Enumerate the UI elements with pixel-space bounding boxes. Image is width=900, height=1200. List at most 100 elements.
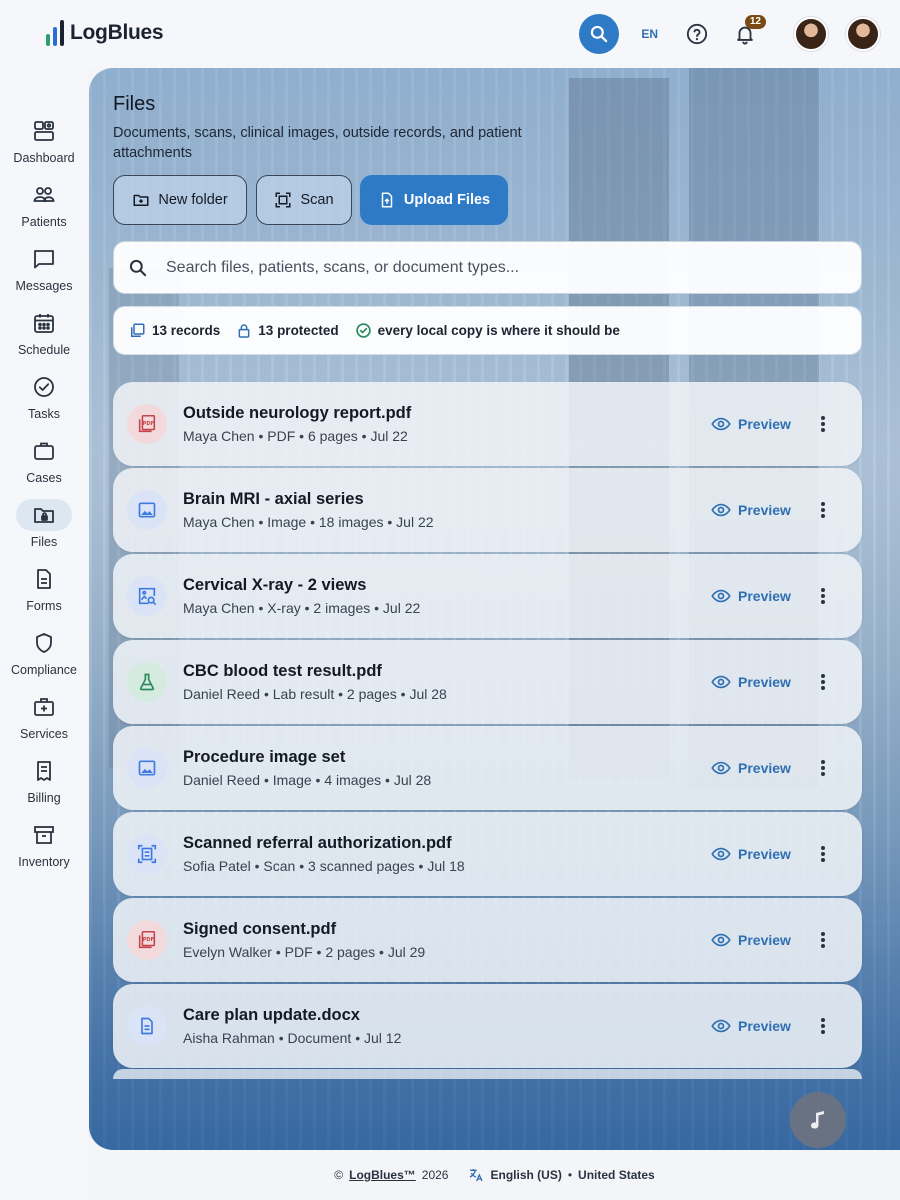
file-row[interactable]: PDF Outside neurology report.pdf Maya Ch…: [113, 382, 862, 466]
scan-button[interactable]: Scan: [256, 175, 352, 225]
top-bar: LogBlues EN 12: [0, 0, 900, 68]
header-actions: EN 12: [579, 14, 880, 54]
file-row[interactable]: [113, 1069, 862, 1079]
file-row[interactable]: Care plan update.docx Aisha Rahman • Doc…: [113, 984, 862, 1068]
image-search-icon: [127, 576, 167, 616]
file-name: Procedure image set: [183, 748, 346, 766]
file-row[interactable]: Brain MRI - axial series Maya Chen • Ima…: [113, 468, 862, 552]
more-options-button[interactable]: [813, 670, 833, 694]
preview-button[interactable]: Preview: [711, 758, 791, 778]
file-meta: Sofia Patel • Scan • 3 scanned pages • J…: [183, 858, 465, 874]
file-upload-icon: [381, 192, 393, 208]
music-note-icon: [811, 1111, 824, 1129]
eye-icon: [711, 847, 731, 861]
sidebar-item-compliance[interactable]: Compliance: [0, 627, 88, 687]
more-options-button[interactable]: [813, 1014, 833, 1038]
sidebar-item-label: Schedule: [17, 343, 71, 357]
protected-count: 13 protected: [236, 323, 339, 339]
file-row[interactable]: Cervical X-ray - 2 views Maya Chen • X-r…: [113, 554, 862, 638]
sidebar-item-cases[interactable]: Cases: [0, 435, 88, 495]
file-meta: Maya Chen • PDF • 6 pages • Jul 22: [183, 428, 408, 444]
file-row[interactable]: Scanned referral authorization.pdf Sofia…: [113, 812, 862, 896]
sidebar-item-dashboard[interactable]: Dashboard: [0, 115, 88, 175]
sidebar-item-schedule[interactable]: Schedule: [0, 307, 88, 367]
integrity-status-label: every local copy is where it should be: [377, 323, 620, 338]
sidebar-item-label: Inventory: [18, 855, 70, 869]
more-options-button[interactable]: [813, 412, 833, 436]
file-name: Cervical X-ray - 2 views: [183, 576, 367, 594]
logo[interactable]: LogBlues: [46, 20, 164, 46]
sidebar-item-label: Cases: [26, 471, 62, 485]
svg-text:PDF: PDF: [143, 421, 155, 427]
preview-button[interactable]: Preview: [711, 414, 791, 434]
more-vertical-icon: [821, 1018, 825, 1034]
footer-language[interactable]: English (US): [490, 1168, 561, 1182]
file-row[interactable]: Procedure image set Daniel Reed • Image …: [113, 726, 862, 810]
preview-label: Preview: [738, 502, 791, 518]
folder-plus-icon: [133, 194, 149, 206]
file-name: Brain MRI - axial series: [183, 490, 364, 508]
eye-icon: [711, 589, 731, 603]
sidebar-item-label: Files: [30, 535, 58, 549]
sidebar-item-inventory[interactable]: Inventory: [0, 819, 88, 879]
upload-files-button[interactable]: Upload Files: [360, 175, 508, 225]
document-icon: [127, 1006, 167, 1046]
eye-icon: [711, 503, 731, 517]
file-name: Signed consent.pdf: [183, 920, 337, 938]
file-meta: Daniel Reed • Lab result • 2 pages • Jul…: [183, 686, 447, 702]
sidebar-item-forms[interactable]: Forms: [0, 563, 88, 623]
calendar-icon: [34, 314, 54, 333]
file-row[interactable]: PDF Signed consent.pdf Evelyn Walker • P…: [113, 898, 862, 982]
global-search-button[interactable]: [579, 14, 620, 54]
language-button[interactable]: EN: [641, 27, 658, 41]
more-options-button[interactable]: [813, 584, 833, 608]
more-options-button[interactable]: [813, 756, 833, 780]
sidebar-item-label: Tasks: [28, 407, 60, 421]
preview-label: Preview: [738, 1018, 791, 1034]
sidebar-item-billing[interactable]: Billing: [0, 755, 88, 815]
preview-button[interactable]: Preview: [711, 672, 791, 692]
file-meta: Evelyn Walker • PDF • 2 pages • Jul 29: [183, 944, 426, 960]
patients-icon: [33, 187, 55, 202]
pdf-icon: PDF: [127, 920, 167, 960]
footer-region[interactable]: United States: [578, 1168, 655, 1182]
help-button[interactable]: [684, 21, 710, 47]
preview-button[interactable]: Preview: [711, 844, 791, 864]
message-icon: [34, 250, 54, 269]
archive-icon: [34, 826, 54, 844]
avatar[interactable]: [794, 17, 828, 51]
preview-button[interactable]: Preview: [711, 586, 791, 606]
music-player-button[interactable]: [790, 1092, 846, 1148]
file-row[interactable]: CBC blood test result.pdf Daniel Reed • …: [113, 640, 862, 724]
more-options-button[interactable]: [813, 928, 833, 952]
sidebar-item-services[interactable]: Services: [0, 691, 88, 751]
file-name: Outside neurology report.pdf: [183, 404, 412, 422]
sidebar-item-label: Forms: [26, 599, 62, 613]
page-subtitle: Documents, scans, clinical images, outsi…: [113, 125, 522, 161]
sidebar-item-patients[interactable]: Patients: [0, 179, 88, 239]
preview-label: Preview: [738, 846, 791, 862]
more-options-button[interactable]: [813, 498, 833, 522]
more-vertical-icon: [821, 674, 825, 690]
file-name: Scanned referral authorization.pdf: [183, 834, 452, 852]
notifications-button[interactable]: 12: [732, 15, 766, 47]
sidebar-item-files[interactable]: Files: [0, 499, 88, 559]
eye-icon: [711, 1019, 731, 1033]
sidebar-item-tasks[interactable]: Tasks: [0, 371, 88, 431]
more-options-button[interactable]: [813, 842, 833, 866]
new-folder-button[interactable]: New folder: [113, 175, 247, 225]
copies-icon: [131, 323, 145, 337]
logo-mark-icon: [46, 20, 64, 46]
file-search-input[interactable]: [166, 258, 806, 277]
avatar[interactable]: [846, 17, 880, 51]
brand-name: LogBlues: [70, 21, 164, 44]
eye-icon: [711, 933, 731, 947]
sidebar-item-messages[interactable]: Messages: [0, 243, 88, 303]
preview-button[interactable]: Preview: [711, 500, 791, 520]
preview-button[interactable]: Preview: [711, 930, 791, 950]
footer-brand[interactable]: LogBlues™: [349, 1168, 416, 1182]
help-icon: [686, 23, 708, 45]
eye-icon: [711, 675, 731, 689]
preview-button[interactable]: Preview: [711, 1016, 791, 1036]
more-vertical-icon: [821, 502, 825, 518]
